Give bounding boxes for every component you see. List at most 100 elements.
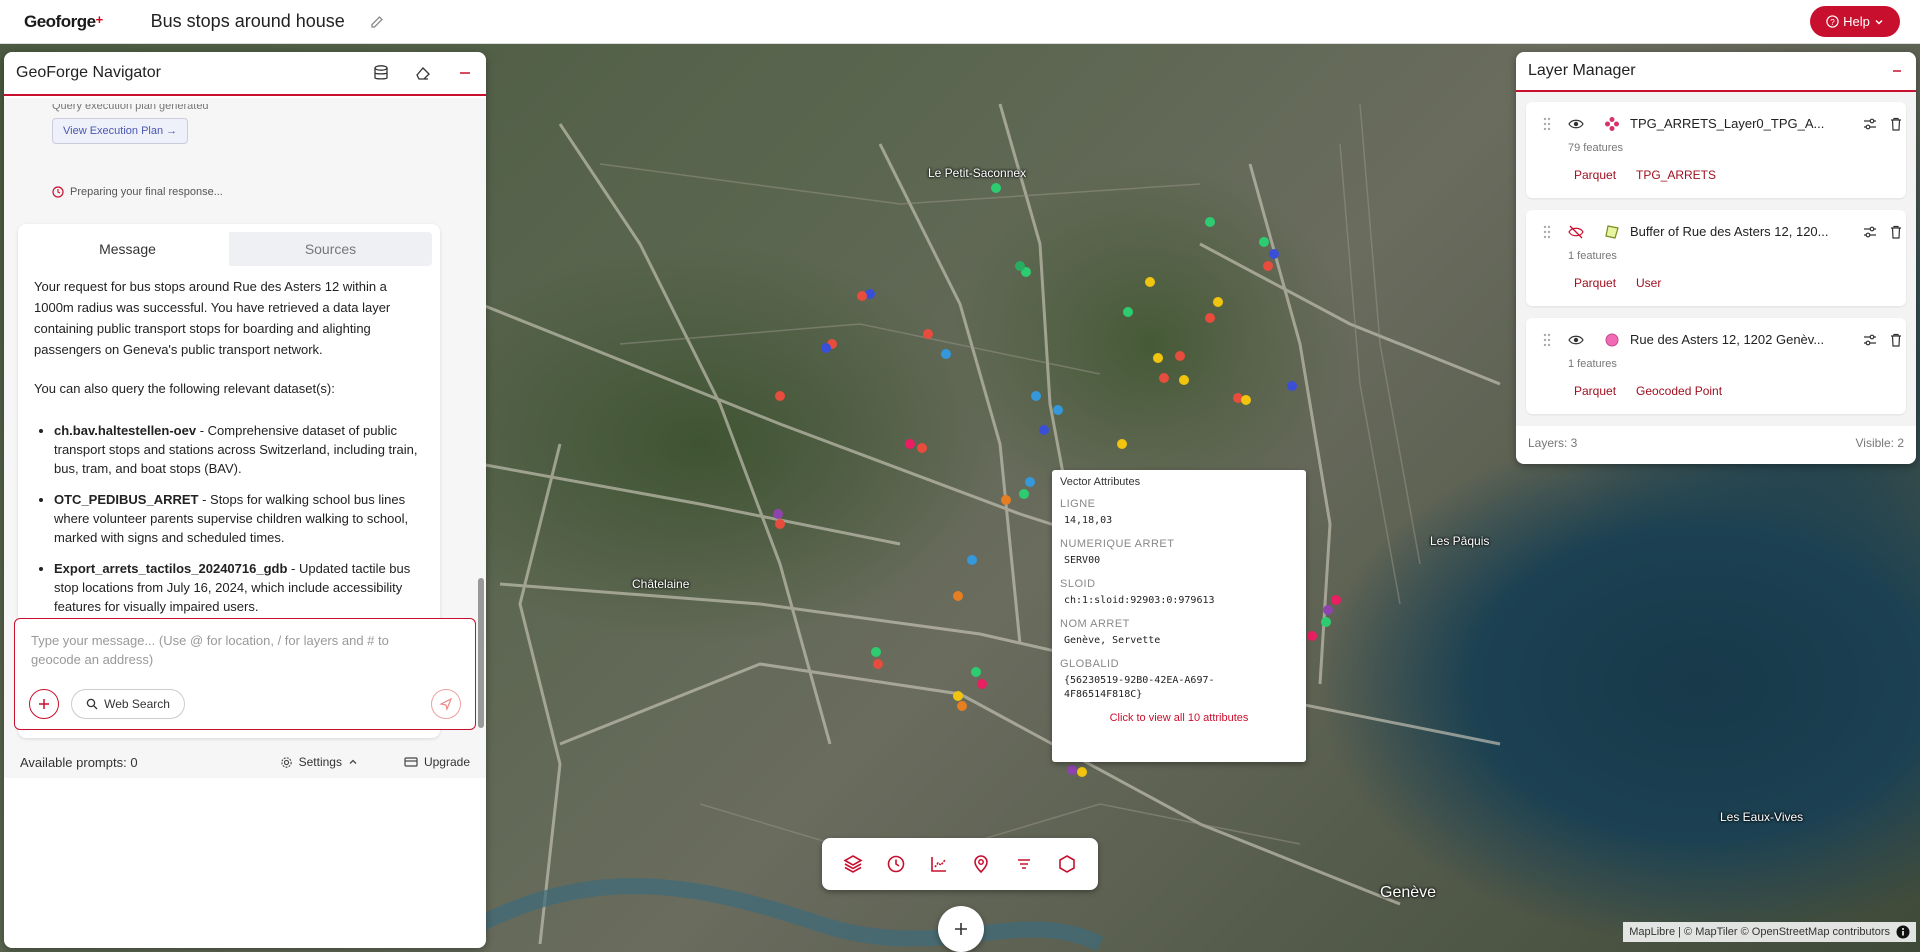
chevron-up-icon [349, 759, 357, 764]
help-label: Help [1843, 14, 1870, 29]
dataset-name[interactable]: ch.bav.haltestellen-oev [54, 423, 196, 438]
drag-handle-icon[interactable] [1542, 224, 1552, 240]
visible-count: Visible: 2 [1855, 436, 1904, 450]
response-tabs: Message Sources [26, 232, 432, 266]
point-layer-icon [1605, 333, 1619, 347]
history-icon[interactable] [885, 853, 907, 875]
eye-icon[interactable] [1568, 116, 1584, 132]
trash-icon[interactable] [1888, 332, 1904, 348]
location-search-icon[interactable] [970, 853, 992, 875]
layer-item-geocoded-point[interactable]: Rue des Asters 12, 1202 Genèv... 1 featu… [1526, 318, 1906, 414]
tab-message[interactable]: Message [26, 232, 229, 266]
send-icon [439, 697, 453, 711]
tab-sources[interactable]: Sources [229, 232, 432, 266]
eye-off-icon[interactable] [1568, 224, 1584, 240]
web-search-label: Web Search [104, 697, 170, 711]
minimize-icon[interactable] [456, 64, 474, 82]
response-also: You can also query the following relevan… [34, 381, 335, 396]
vector-attributes-popup: Vector Attributes LIGNE 14,18,03 NUMERIQ… [1052, 470, 1306, 762]
plus-icon [39, 699, 49, 709]
help-circle-icon: ? [1826, 15, 1839, 28]
list-item: ch.bav.haltestellen-oev - Comprehensive … [54, 421, 424, 478]
drag-handle-icon[interactable] [1542, 116, 1552, 132]
preparing-text: Preparing your final response... [70, 186, 223, 198]
sliders-icon[interactable] [1862, 224, 1878, 240]
sliders-icon[interactable] [1862, 332, 1878, 348]
sliders-icon[interactable] [1862, 116, 1878, 132]
pencil-icon[interactable] [369, 14, 385, 30]
app-logo[interactable]: Geoforge+ [24, 12, 103, 32]
top-bar: Geoforge+ Bus stops around house ? Help [0, 0, 1920, 44]
map-toolbar [822, 838, 1098, 890]
dataset-list: ch.bav.haltestellen-oev - Comprehensive … [34, 421, 424, 616]
upgrade-button[interactable]: Upgrade [404, 755, 470, 769]
view-execution-plan-button[interactable]: View Execution Plan → [52, 118, 189, 144]
upgrade-label: Upgrade [423, 755, 470, 769]
navigator-title: GeoForge Navigator [16, 64, 161, 81]
feature-count: 1 features [1568, 358, 1617, 370]
layer-format-tag: Parquet [1568, 382, 1623, 400]
add-map-button[interactable] [938, 906, 984, 952]
attribute-key: NUMERIQUE ARRET [1060, 538, 1175, 550]
layer-item-buffer[interactable]: Buffer of Rue des Asters 12, 120... 1 fe… [1526, 210, 1906, 306]
layer-list: TPG_ARRETS_Layer0_TPG_A... 79 features P… [1516, 92, 1916, 426]
attribute-key: SLOID [1060, 578, 1096, 590]
clock-icon [52, 186, 64, 198]
attribute-key: GLOBALID [1060, 658, 1120, 670]
layer-item-tpg-arrets[interactable]: TPG_ARRETS_Layer0_TPG_A... 79 features P… [1526, 102, 1906, 198]
chat-scrollbar[interactable] [478, 578, 484, 728]
search-icon [86, 698, 98, 710]
settings-button[interactable]: Settings [280, 755, 358, 769]
feature-count: 1 features [1568, 250, 1617, 262]
map-label-chatelaine: Châtelaine [632, 577, 690, 591]
available-prompts: Available prompts: 0 [20, 754, 138, 770]
map-label-paquis: Les Pâquis [1430, 534, 1490, 548]
layers-count: Layers: 3 [1528, 436, 1578, 450]
send-button[interactable] [431, 689, 461, 719]
attribution-text[interactable]: MapLibre | © MapTiler © OpenStreetMap co… [1629, 926, 1890, 938]
database-icon[interactable] [372, 64, 390, 82]
svg-text:?: ? [1830, 17, 1835, 27]
document-title[interactable]: Bus stops around house [151, 11, 345, 32]
list-item: OTC_PEDIBUS_ARRET - Stops for walking sc… [54, 490, 424, 547]
plus-icon [955, 923, 967, 935]
attribute-key: NOM ARRET [1060, 618, 1130, 630]
layer-format-tag: Parquet [1568, 274, 1623, 292]
layer-name: TPG_ARRETS_Layer0_TPG_A... [1630, 116, 1825, 131]
navigator-panel: GeoForge Navigator Query execution plan … [4, 52, 486, 948]
settings-label: Settings [298, 755, 342, 769]
filter-icon[interactable] [1013, 853, 1035, 875]
layer-format-tag: Parquet [1568, 166, 1623, 184]
layer-source-tag: User [1630, 274, 1668, 292]
drag-handle-icon[interactable] [1542, 332, 1552, 348]
hexagon-icon[interactable] [1056, 853, 1078, 875]
trash-icon[interactable] [1888, 116, 1904, 132]
map-label-petit-saconnex: Le Petit-Saconnex [928, 166, 1027, 180]
layer-manager-title: Layer Manager [1528, 62, 1636, 79]
eye-icon[interactable] [1568, 332, 1584, 348]
attribute-value: 14,18,03 [1064, 515, 1113, 526]
eraser-icon[interactable] [414, 64, 432, 82]
chat-input-box: Type your message... (Use @ for location… [14, 618, 476, 730]
layer-name: Buffer of Rue des Asters 12, 120... [1630, 224, 1829, 239]
layer-manager-panel: Layer Manager TPG_ARRETS_Layer0_TPG_A...… [1516, 52, 1916, 464]
layer-name: Rue des Asters 12, 1202 Genèv... [1630, 332, 1825, 347]
view-all-attributes-link[interactable]: Click to view all 10 attributes [1060, 712, 1298, 724]
chart-icon[interactable] [928, 853, 950, 875]
add-attachment-button[interactable] [29, 689, 59, 719]
layers-icon[interactable] [842, 853, 864, 875]
attribute-value: SERV00 [1064, 555, 1101, 566]
web-search-button[interactable]: Web Search [71, 689, 185, 719]
response-message: Your request for bus stops around Rue de… [18, 266, 440, 616]
polygon-layer-icon [1605, 225, 1619, 239]
info-icon[interactable] [1896, 925, 1910, 939]
list-item: Export_arrets_tactilos_20240716_gdb - Up… [54, 559, 424, 616]
attribute-value: {56230519-92B0-42EA-A697-4F86514F818C} [1064, 675, 1215, 700]
dataset-name[interactable]: OTC_PEDIBUS_ARRET [54, 492, 198, 507]
help-button[interactable]: ? Help [1810, 6, 1900, 37]
dataset-name[interactable]: Export_arrets_tactilos_20240716_gdb [54, 561, 287, 576]
map-label-eaux-vives: Les Eaux-Vives [1720, 810, 1804, 824]
trash-icon[interactable] [1888, 224, 1904, 240]
minimize-icon[interactable] [1890, 64, 1904, 78]
chat-input[interactable]: Type your message... (Use @ for location… [31, 631, 431, 669]
